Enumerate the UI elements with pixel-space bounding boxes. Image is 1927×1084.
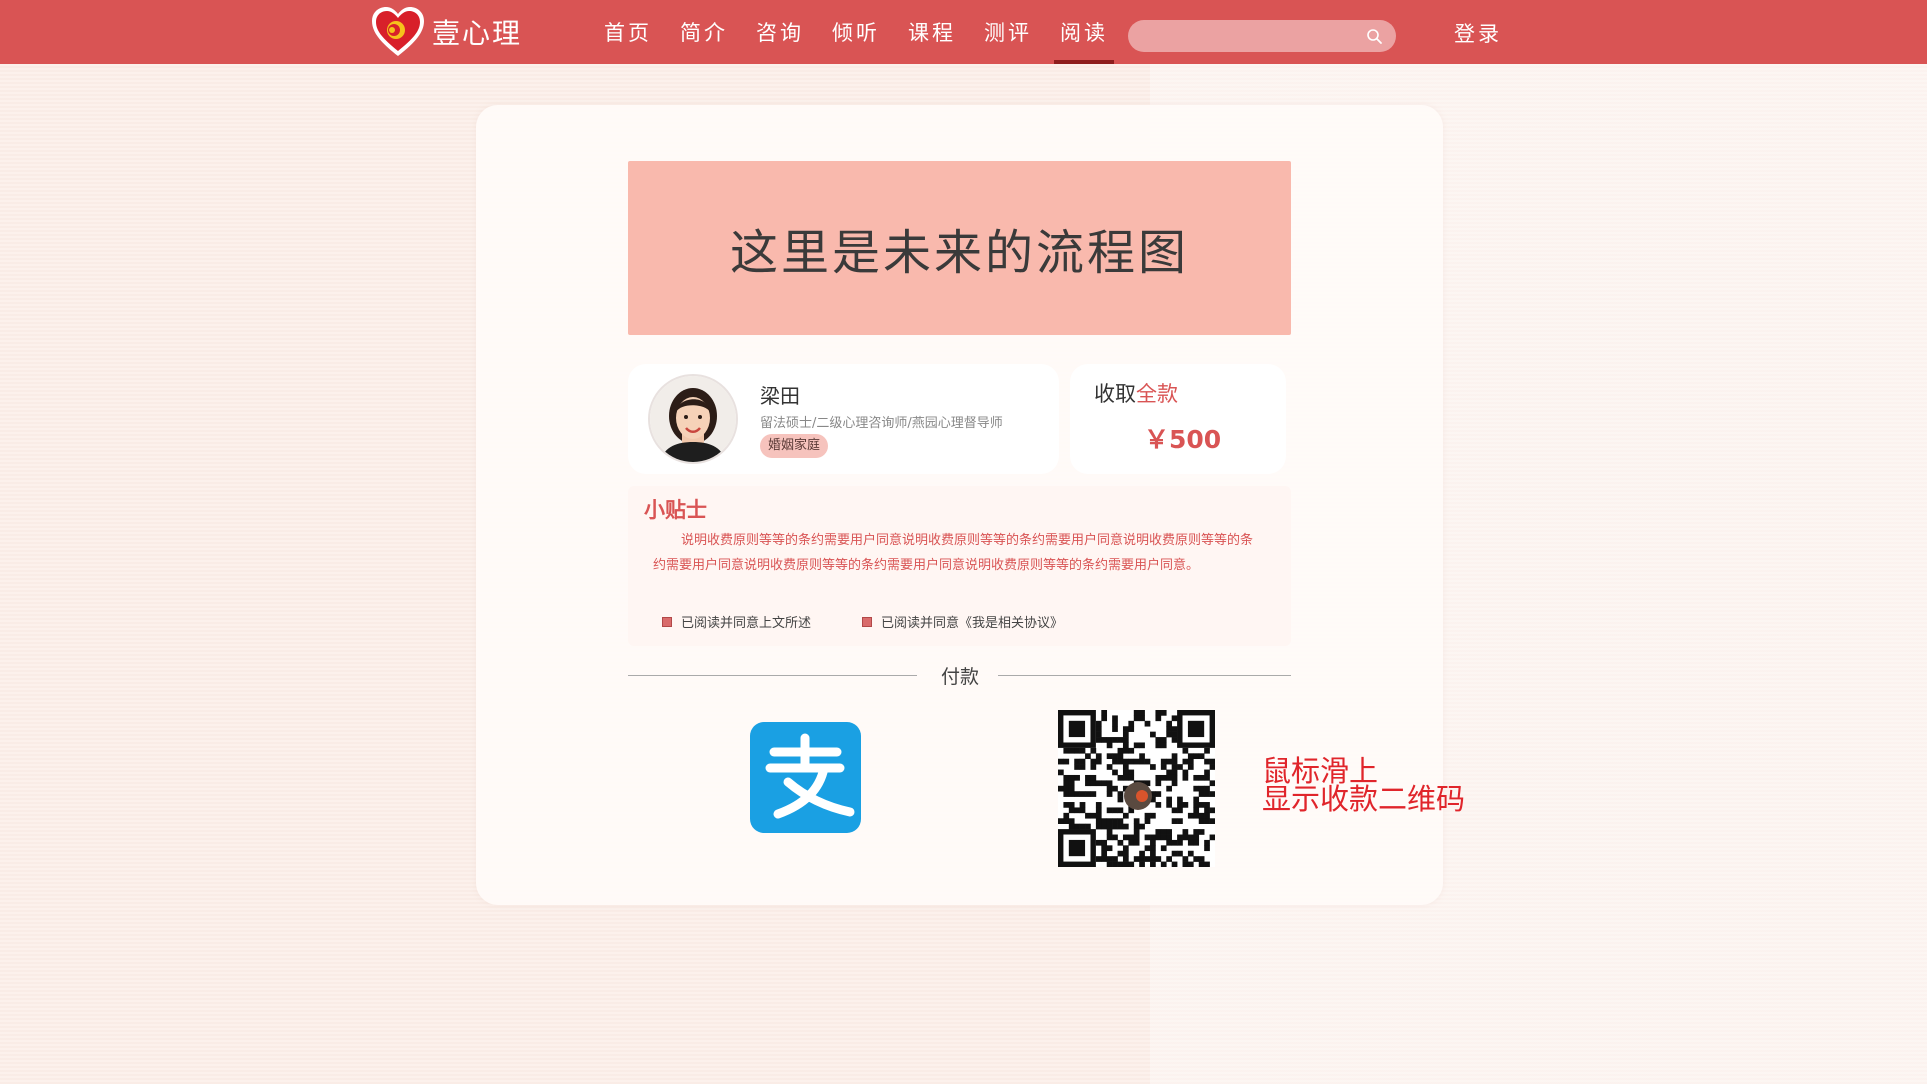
- qr-hint-line1: 鼠标滑上: [1262, 754, 1379, 788]
- counselor-name: 梁田: [760, 384, 800, 408]
- nav-item-courses[interactable]: 课程: [894, 0, 970, 64]
- qr-hint-line2: 显示收款二维码: [1262, 782, 1466, 816]
- payment-qr-code[interactable]: [1058, 710, 1216, 868]
- counselor-credentials: 留法硕士/二级心理咨询师/燕园心理督导师: [760, 416, 1003, 431]
- specialty-tag: 婚姻家庭: [760, 434, 829, 458]
- checkbox-icon[interactable]: [862, 616, 872, 627]
- nav-item-home[interactable]: 首页: [590, 0, 666, 64]
- nav-item-intro[interactable]: 简介: [666, 0, 742, 64]
- search-input[interactable]: [1128, 20, 1396, 52]
- tips-panel: 小贴士 说明收费原则等等的条约需要用户同意说明收费原则等等的条约需要用户同意说明…: [628, 486, 1291, 646]
- divider-line: [998, 675, 1291, 676]
- nav-item-reading[interactable]: 阅读: [1046, 0, 1122, 64]
- divider-line: [628, 675, 917, 676]
- search-icon[interactable]: [1366, 28, 1383, 45]
- qr-hover-hint: 鼠标滑上 显示收款二维码: [1262, 754, 1466, 816]
- agree-terms-label: 已阅读并同意上文所述: [681, 616, 812, 631]
- flowchart-placeholder: 这里是未来的流程图: [628, 161, 1291, 335]
- nav-item-consult[interactable]: 咨询: [742, 0, 818, 64]
- fee-label: 收取全款: [1094, 382, 1178, 406]
- heart-logo-icon: [372, 7, 424, 56]
- counselor-card[interactable]: 梁田 留法硕士/二级心理咨询师/燕园心理督导师 婚姻家庭: [628, 364, 1059, 474]
- alipay-icon: [765, 733, 855, 819]
- agree-protocol-label: 已阅读并同意《我是相关协议》: [881, 616, 1064, 631]
- payment-heading: 付款: [941, 666, 980, 688]
- fee-type: 全款: [1136, 382, 1178, 406]
- checkbox-icon[interactable]: [662, 616, 672, 627]
- agree-terms-checkbox[interactable]: 已阅读并同意上文所述: [662, 612, 811, 631]
- agree-protocol-checkbox[interactable]: 已阅读并同意《我是相关协议》: [862, 612, 1063, 631]
- nav-item-listen[interactable]: 倾听: [818, 0, 894, 64]
- top-navigation-bar: 壹心理 首页 简介 咨询 倾听 课程 测评 阅读 登录: [0, 0, 1927, 64]
- main-nav: 首页 简介 咨询 倾听 课程 测评 阅读: [590, 0, 1122, 64]
- avatar: [648, 374, 738, 464]
- nav-item-tests[interactable]: 测评: [970, 0, 1046, 64]
- fee-card: 收取全款 ￥500: [1070, 364, 1286, 474]
- tips-title: 小贴士: [644, 498, 707, 522]
- brand-name: 壹心理: [432, 17, 523, 50]
- fee-price: ￥500: [1144, 425, 1222, 454]
- login-link[interactable]: 登录: [1454, 18, 1502, 48]
- tips-body: 说明收费原则等等的条约需要用户同意说明收费原则等等的条约需要用户同意说明收费原则…: [653, 533, 1254, 573]
- brand-logo[interactable]: 壹心理: [370, 6, 522, 58]
- alipay-button[interactable]: [750, 722, 861, 833]
